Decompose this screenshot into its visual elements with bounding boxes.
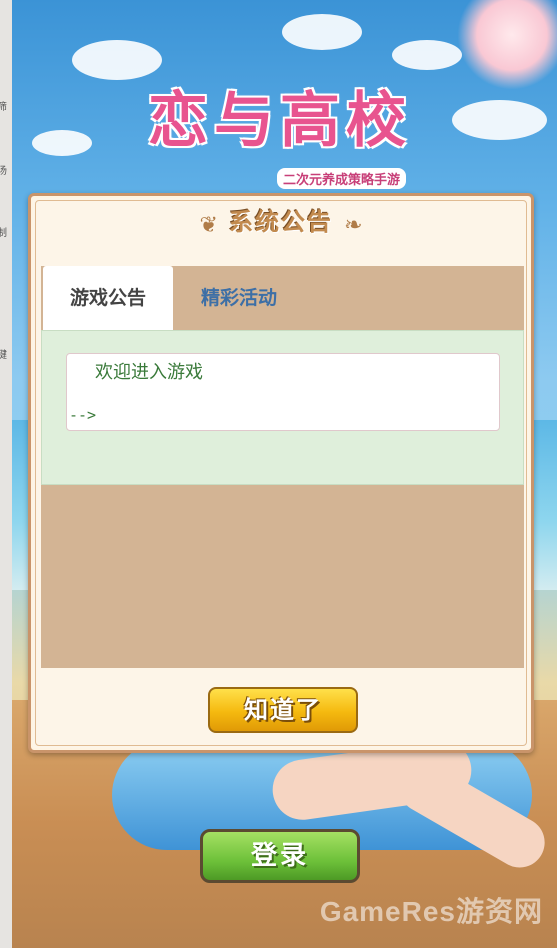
notice-tail-text: --> <box>69 406 97 424</box>
notice-text: 欢迎进入游戏 <box>95 362 203 383</box>
clipped-char: 制 <box>0 228 7 239</box>
logo-title: 恋与高校 <box>148 86 412 156</box>
logo-subtitle: 二次元养成策略手游 <box>276 168 406 189</box>
left-side-strip: 筛 汤 制 键 <box>0 0 12 948</box>
announcement-panel: 游戏公告 精彩活动 欢迎进入游戏 --> <box>41 266 524 668</box>
tab-game-notice[interactable]: 游戏公告 <box>43 266 173 330</box>
login-button[interactable]: 登录 <box>200 829 360 883</box>
tab-events[interactable]: 精彩活动 <box>201 266 277 330</box>
tab-content: 欢迎进入游戏 --> <box>41 330 524 485</box>
tab-bar: 游戏公告 精彩活动 <box>41 266 524 330</box>
game-logo: 恋与高校 二次元养成策略手游 <box>130 82 430 192</box>
notice-box: 欢迎进入游戏 --> <box>66 353 500 431</box>
cloud <box>392 40 462 70</box>
watermark: GameRes游资网 <box>319 896 543 927</box>
cloud <box>282 14 362 50</box>
ornament-left-icon: ❦ <box>199 213 218 238</box>
clipped-char: 键 <box>0 350 7 361</box>
system-announcement-dialog: ❦ 系统公告 ❧ 游戏公告 精彩活动 欢迎进入游戏 --> 知道了 <box>28 193 534 753</box>
dialog-header: ❦ 系统公告 ❧ <box>31 202 531 242</box>
dialog-title: 系统公告 <box>229 208 333 236</box>
clipped-char: 汤 <box>0 166 7 177</box>
cloud <box>32 130 92 156</box>
clipped-char: 筛 <box>0 102 7 113</box>
cloud <box>452 100 547 140</box>
ornament-right-icon: ❧ <box>344 213 363 238</box>
ok-button[interactable]: 知道了 <box>208 687 358 733</box>
sun-glow <box>457 0 557 90</box>
cloud <box>72 40 162 80</box>
